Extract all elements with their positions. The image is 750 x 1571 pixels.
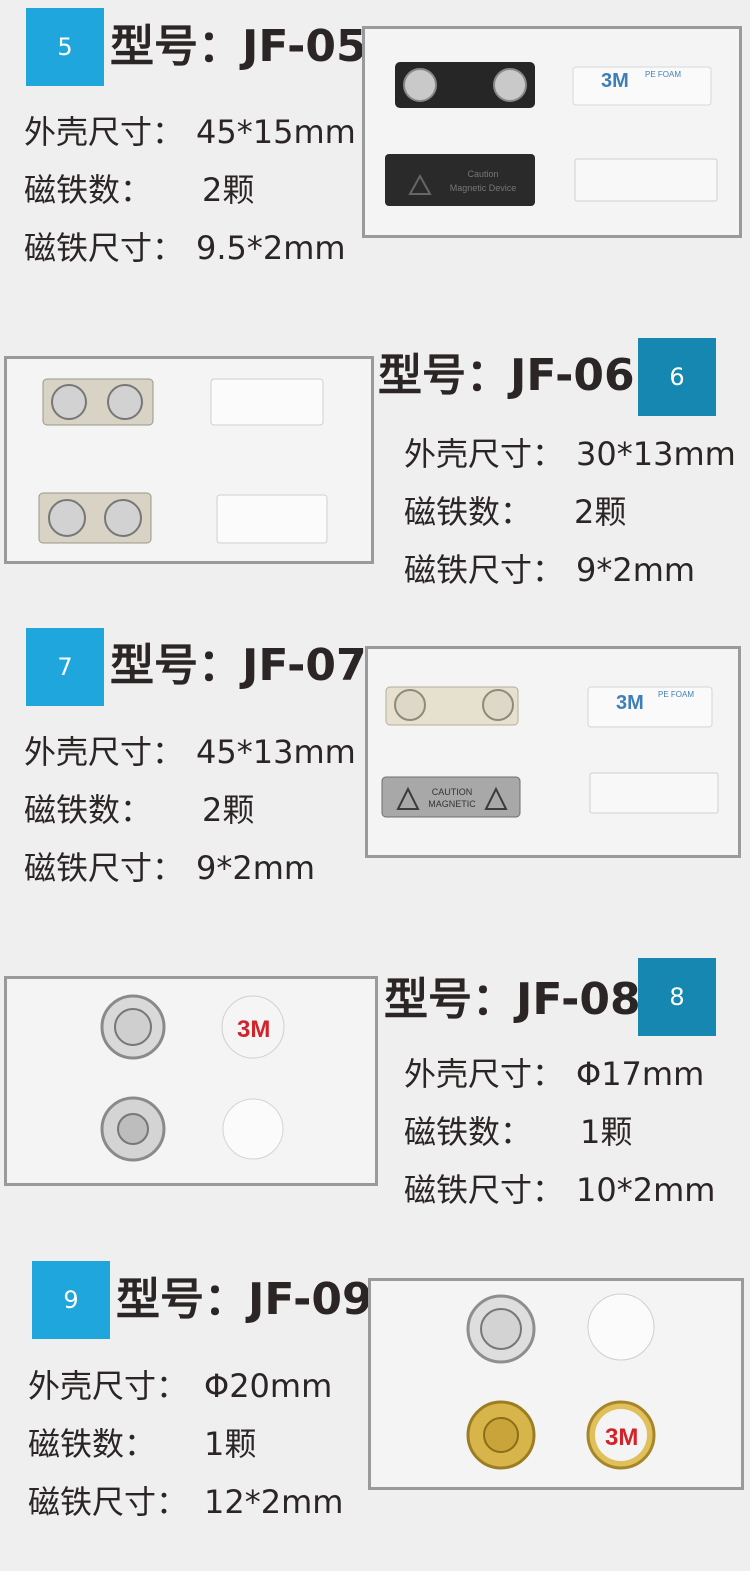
- product-title: 型号：JF-06: [378, 350, 635, 401]
- product-number-badge: 7: [26, 628, 104, 706]
- product-number-badge: 6: [638, 338, 716, 416]
- product-title: 型号：JF-05: [110, 21, 367, 72]
- product-number-badge: 8: [638, 958, 716, 1036]
- adhesive-tape: [216, 494, 328, 544]
- svg-text:PE FOAM: PE FOAM: [658, 690, 694, 699]
- svg-text:3M: 3M: [237, 1016, 270, 1043]
- product-title: 型号：JF-07: [110, 640, 367, 691]
- spec-magnet-count: 磁铁数： 2颗: [24, 171, 255, 209]
- spec-magnet-size: 磁铁尺寸： 12*2mm: [28, 1483, 344, 1521]
- adhesive-tape: [589, 772, 719, 814]
- magnet: [394, 689, 426, 721]
- magnet: [104, 499, 142, 537]
- svg-text:PE FOAM: PE FOAM: [645, 70, 681, 79]
- spec-shell-size: 外壳尺寸： Φ17mm: [404, 1055, 705, 1093]
- spec-magnet-count: 磁铁数： 1颗: [28, 1425, 257, 1463]
- spec-magnet-count: 磁铁数： 2颗: [404, 493, 627, 531]
- product-title: 型号：JF-08: [384, 974, 641, 1025]
- svg-text:3M: 3M: [601, 70, 629, 92]
- badge-plate-back: [385, 154, 535, 206]
- product-photo: Caution Magnetic Device 3M PE FOAM: [362, 26, 742, 238]
- magnet: [51, 384, 87, 420]
- caution-text: Caution: [467, 169, 498, 179]
- product-photo: CAUTION MAGNETIC 3M PE FOAM: [365, 646, 741, 858]
- spec-magnet-size: 磁铁尺寸： 9.5*2mm: [24, 229, 346, 267]
- adhesive-tape: [210, 378, 324, 426]
- magnet: [107, 384, 143, 420]
- spec-magnet-size: 磁铁尺寸： 9*2mm: [404, 551, 696, 589]
- svg-text:3M: 3M: [616, 692, 644, 714]
- magnet: [482, 689, 514, 721]
- spec-shell-size: 外壳尺寸： 30*13mm: [404, 435, 736, 473]
- magnet: [48, 499, 86, 537]
- spec-magnet-size: 磁铁尺寸： 10*2mm: [404, 1171, 716, 1209]
- caution-text: CAUTION: [432, 787, 473, 797]
- caution-text: MAGNETIC: [428, 799, 476, 809]
- spec-shell-size: 外壳尺寸： 45*15mm: [24, 113, 356, 151]
- spec-shell-size: 外壳尺寸： Φ20mm: [28, 1367, 333, 1405]
- product-photo: [4, 356, 374, 564]
- spec-magnet-count: 磁铁数： 1颗: [404, 1113, 633, 1151]
- caution-text: Magnetic Device: [450, 183, 517, 193]
- product-number-badge: 9: [32, 1261, 110, 1339]
- product-photo: 3M: [368, 1278, 744, 1490]
- spec-magnet-count: 磁铁数： 2颗: [24, 791, 255, 829]
- product-number-badge: 5: [26, 8, 104, 86]
- magnet: [403, 68, 437, 102]
- adhesive-tape: [574, 158, 718, 202]
- round-adhesive-tape: [587, 1293, 655, 1361]
- product-title: 型号：JF-09: [116, 1274, 373, 1325]
- product-photo: 3M: [4, 976, 378, 1186]
- adhesive-tape: [572, 66, 712, 106]
- spec-shell-size: 外壳尺寸： 45*13mm: [24, 733, 356, 771]
- round-adhesive-tape: [222, 1098, 284, 1160]
- magnet: [493, 68, 527, 102]
- svg-text:3M: 3M: [605, 1424, 638, 1451]
- spec-magnet-size: 磁铁尺寸： 9*2mm: [24, 849, 316, 887]
